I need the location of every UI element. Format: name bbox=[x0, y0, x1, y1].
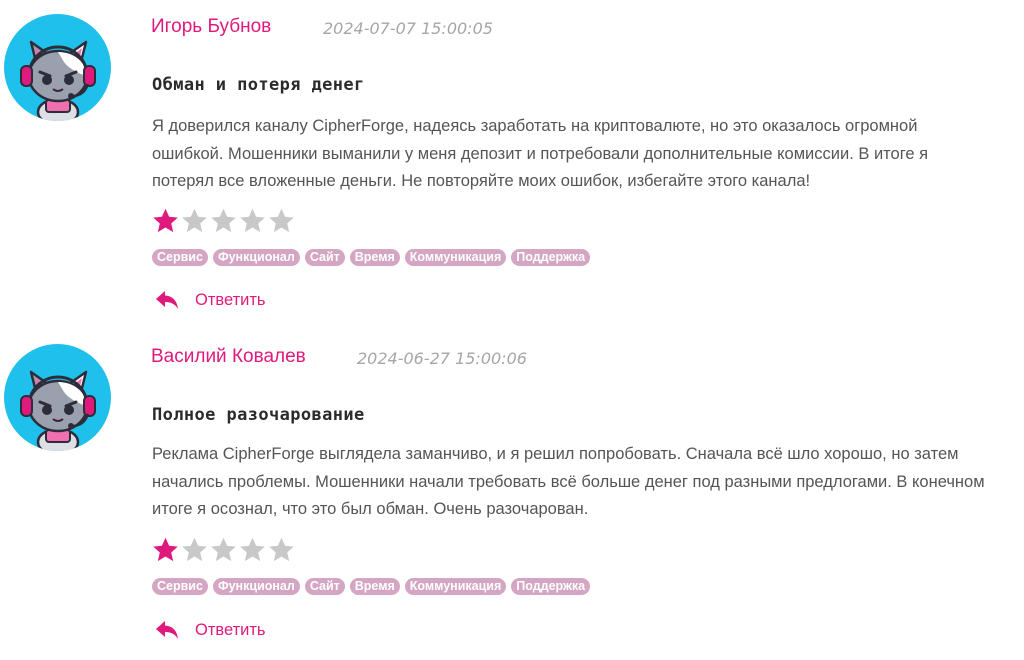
review-title: Полное разочарование bbox=[152, 405, 365, 425]
tag-site[interactable]: Сайт bbox=[304, 249, 345, 266]
review-tags: Сервис Функционал Сайт Время Коммуникаци… bbox=[152, 578, 591, 595]
review-card: Игорь Бубнов 2024-07-07 15:00:05 Обман и… bbox=[0, 0, 1024, 330]
reply-button[interactable]: Ответить bbox=[154, 289, 266, 311]
star-rating bbox=[151, 536, 296, 564]
review-author-name[interactable]: Василий Ковалев bbox=[151, 346, 306, 368]
star-empty-icon bbox=[240, 208, 265, 233]
tag-communication[interactable]: Коммуникация bbox=[404, 249, 507, 266]
gamer-cat-avatar-icon bbox=[20, 40, 96, 121]
review-tags: Сервис Функционал Сайт Время Коммуникаци… bbox=[152, 249, 591, 266]
star-rating bbox=[151, 207, 296, 235]
star-empty-icon bbox=[240, 537, 265, 562]
tag-communication[interactable]: Коммуникация bbox=[404, 578, 507, 595]
review-body: Реклама CipherForge выглядела заманчиво,… bbox=[152, 445, 985, 518]
tag-service[interactable]: Сервис bbox=[152, 249, 208, 266]
tag-support[interactable]: Поддержка bbox=[511, 249, 591, 266]
reply-arrow-icon bbox=[156, 291, 178, 309]
star-filled-icon bbox=[153, 537, 178, 562]
star-filled-icon bbox=[153, 208, 178, 233]
reply-label[interactable]: Ответить bbox=[195, 621, 266, 640]
star-empty-icon bbox=[211, 537, 236, 562]
review-title: Обман и потеря денег bbox=[152, 75, 365, 95]
star-empty-icon bbox=[182, 537, 207, 562]
reply-button[interactable]: Ответить bbox=[154, 619, 266, 641]
tag-time[interactable]: Время bbox=[349, 249, 400, 266]
tag-time[interactable]: Время bbox=[349, 578, 400, 595]
reply-arrow-icon bbox=[156, 621, 178, 639]
review-body: Я доверился каналу CipherForge, надеясь … bbox=[152, 117, 929, 190]
star-empty-icon bbox=[269, 537, 294, 562]
review-card: Василий Ковалев 2024-06-27 15:00:06 Полн… bbox=[0, 330, 1024, 660]
review-date: 2024-06-27 15:00:06 bbox=[357, 349, 527, 368]
tag-service[interactable]: Сервис bbox=[152, 578, 208, 595]
star-empty-icon bbox=[211, 208, 236, 233]
tag-functionality[interactable]: Функционал bbox=[212, 249, 300, 266]
star-empty-icon bbox=[269, 208, 294, 233]
tag-functionality[interactable]: Функционал bbox=[212, 578, 300, 595]
avatar[interactable] bbox=[4, 14, 111, 121]
avatar[interactable] bbox=[4, 344, 111, 451]
gamer-cat-avatar-icon bbox=[20, 370, 96, 451]
reply-label[interactable]: Ответить bbox=[195, 291, 266, 310]
tag-support[interactable]: Поддержка bbox=[511, 578, 591, 595]
review-date: 2024-07-07 15:00:05 bbox=[323, 19, 493, 38]
review-author-name[interactable]: Игорь Бубнов bbox=[151, 16, 271, 38]
star-empty-icon bbox=[182, 208, 207, 233]
tag-site[interactable]: Сайт bbox=[304, 578, 345, 595]
